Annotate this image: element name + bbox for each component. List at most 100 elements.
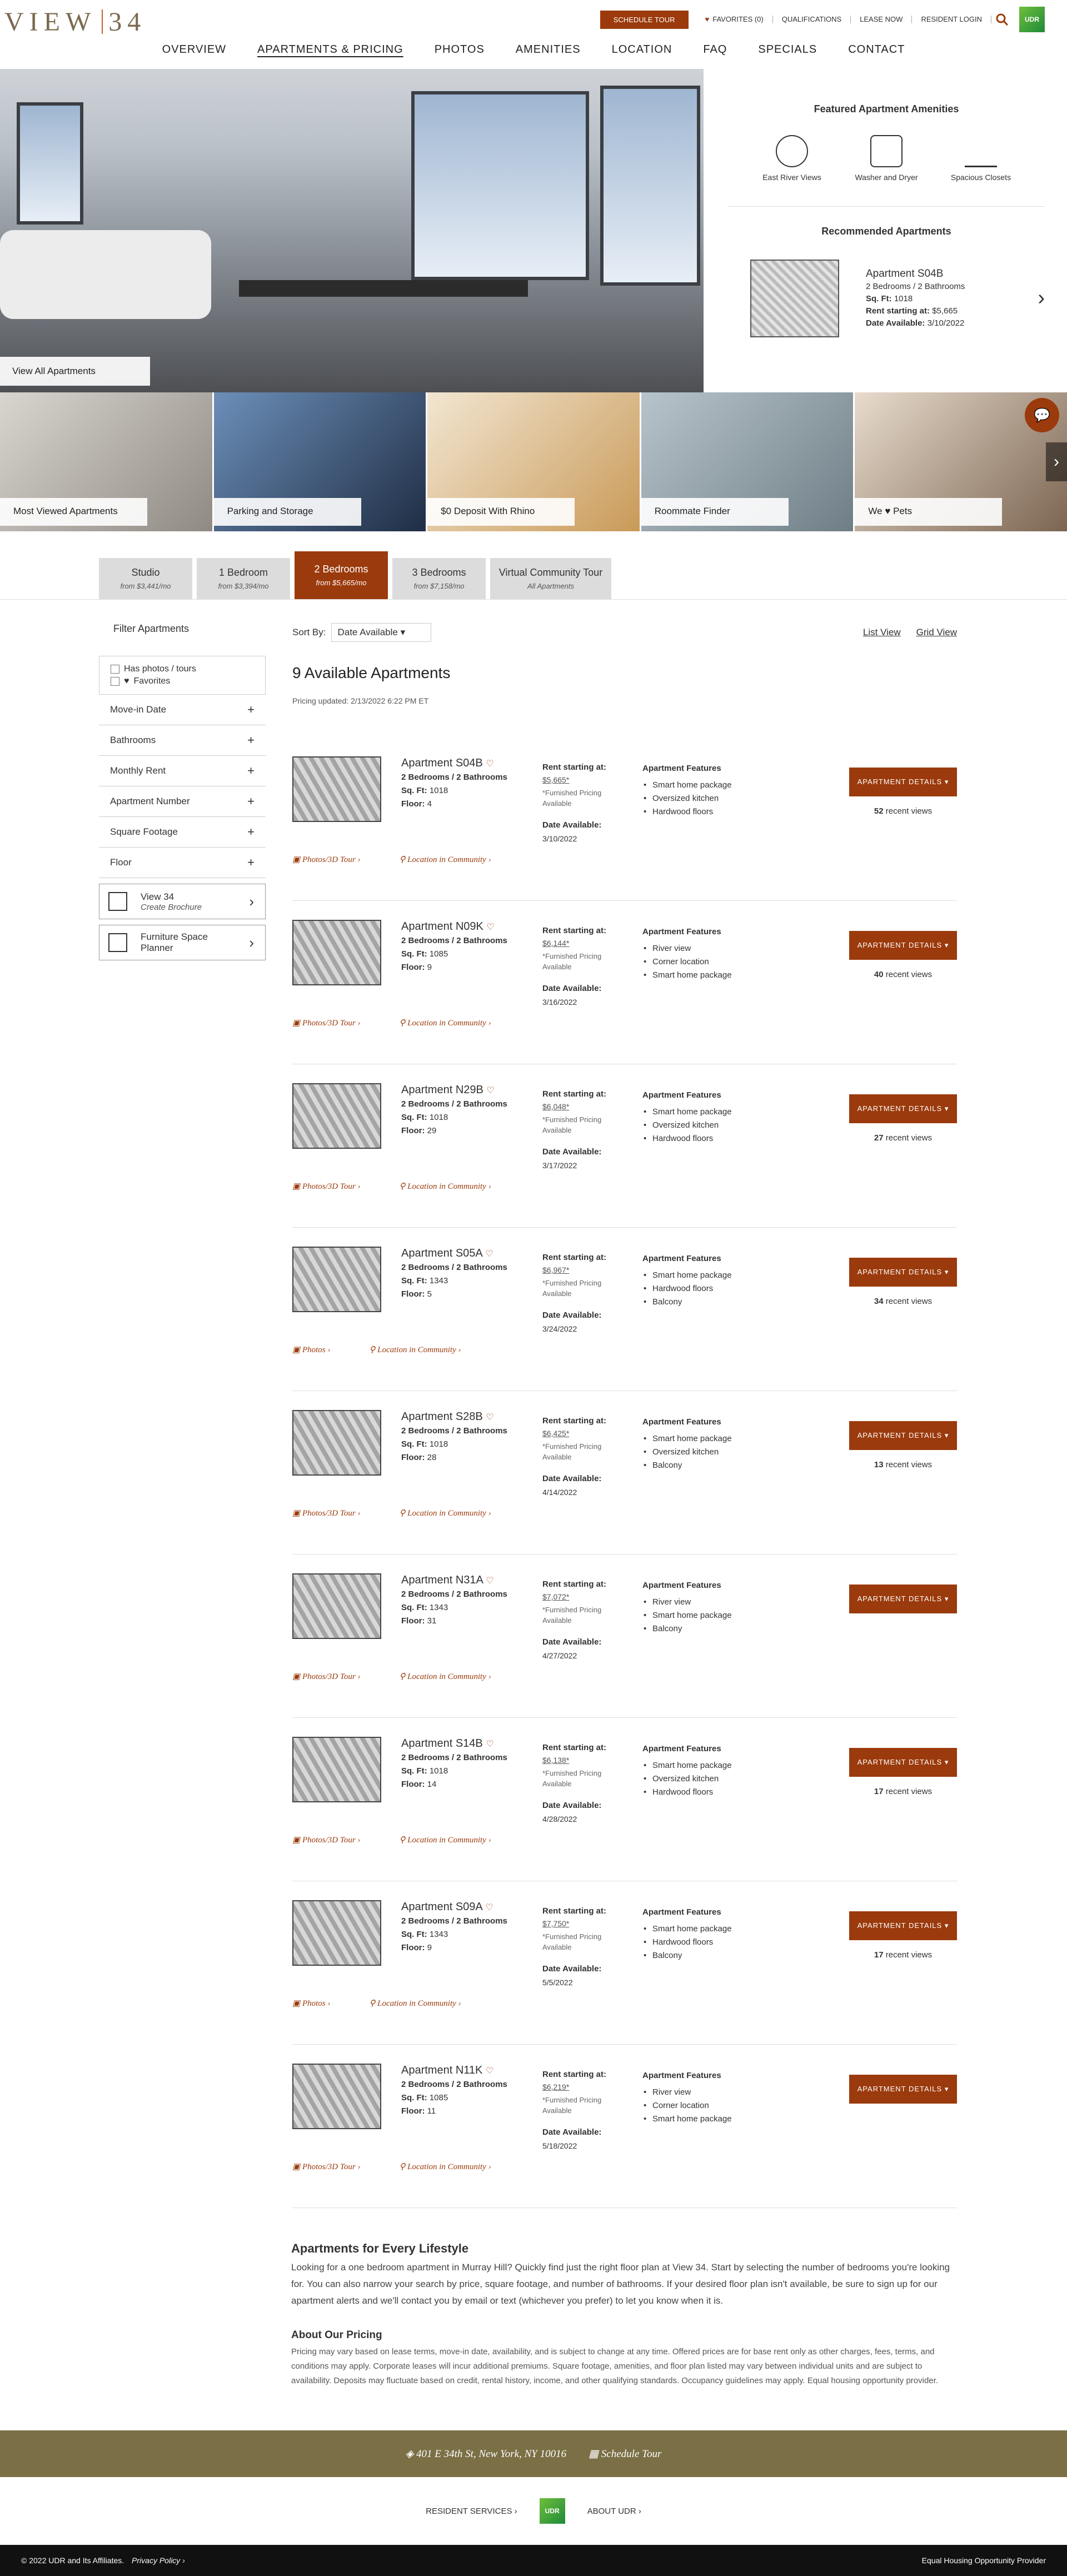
apartment-rent[interactable]: $6,138* xyxy=(542,1755,626,1766)
location-link[interactable]: ⚲ Location in Community › xyxy=(399,1018,491,1028)
footer-schedule-link[interactable]: ▦ Schedule Tour xyxy=(589,2448,661,2460)
heart-icon[interactable]: ♡ xyxy=(486,759,493,769)
location-link[interactable]: ⚲ Location in Community › xyxy=(399,1181,491,1192)
apartment-details-button[interactable]: APARTMENT DETAILS ▾ xyxy=(849,1585,957,1613)
has-photos-checkbox[interactable]: Has photos / tours xyxy=(111,664,254,674)
apartment-name[interactable]: Apartment N29B xyxy=(401,1084,483,1096)
schedule-tour-button[interactable]: SCHEDULE TOUR xyxy=(600,10,689,29)
photos-tour-link[interactable]: ▣ Photos/3D Tour › xyxy=(292,2161,360,2172)
location-link[interactable]: ⚲ Location in Community › xyxy=(369,1344,461,1355)
apartment-details-button[interactable]: APARTMENT DETAILS ▾ xyxy=(849,1748,957,1777)
location-link[interactable]: ⚲ Location in Community › xyxy=(399,1508,491,1518)
apartment-rent[interactable]: $6,144* xyxy=(542,938,626,949)
site-logo[interactable]: VIEW 34 xyxy=(4,7,146,37)
chevron-right-icon[interactable]: › xyxy=(1038,286,1045,310)
location-link[interactable]: ⚲ Location in Community › xyxy=(399,2161,491,2172)
heart-icon[interactable]: ♡ xyxy=(486,2066,493,2076)
nav-amenities[interactable]: AMENITIES xyxy=(500,39,596,61)
recommended-apartment-card[interactable]: Apartment S04B 2 Bedrooms / 2 Bathrooms … xyxy=(722,260,1050,337)
photos-tour-link[interactable]: ▣ Photos/3D Tour › xyxy=(292,854,360,865)
filter-monthly-rent[interactable]: Monthly Rent + xyxy=(99,756,266,786)
tile-roommate[interactable]: Roommate Finder xyxy=(641,392,855,531)
tab-3-bedrooms[interactable]: 3 Bedrooms from $7,158/mo xyxy=(392,558,486,599)
apartment-rent[interactable]: $6,425* xyxy=(542,1428,626,1439)
floor-plan-image[interactable] xyxy=(292,1410,381,1476)
floor-plan-image[interactable] xyxy=(292,2064,381,2129)
location-link[interactable]: ⚲ Location in Community › xyxy=(399,1835,491,1845)
tab-virtual-tour[interactable]: Virtual Community Tour All Apartments xyxy=(490,558,611,599)
tab-1-bedroom[interactable]: 1 Bedroom from $3,394/mo xyxy=(197,558,290,599)
chat-icon[interactable]: 💬 xyxy=(1024,398,1059,432)
filter-square-footage[interactable]: Square Footage + xyxy=(99,817,266,848)
filter-move-in-date[interactable]: Move-in Date + xyxy=(99,695,266,725)
nav-photos[interactable]: PHOTOS xyxy=(419,39,500,61)
create-brochure-button[interactable]: View 34 Create Brochure › xyxy=(99,884,266,919)
tile-parking[interactable]: Parking and Storage xyxy=(213,392,428,531)
heart-icon[interactable]: ♡ xyxy=(485,1249,493,1259)
apartment-details-button[interactable]: APARTMENT DETAILS ▾ xyxy=(849,931,957,960)
nav-apartments-pricing[interactable]: APARTMENTS & PRICING xyxy=(242,39,419,61)
nav-location[interactable]: LOCATION xyxy=(596,39,688,61)
photos-tour-link[interactable]: ▣ Photos/3D Tour › xyxy=(292,1835,360,1845)
heart-icon[interactable]: ♡ xyxy=(486,923,494,932)
furniture-planner-button[interactable]: Furniture Space Planner › xyxy=(99,925,266,960)
floor-plan-image[interactable] xyxy=(292,1900,381,1966)
heart-icon[interactable]: ♡ xyxy=(486,1086,494,1095)
apartment-rent[interactable]: $5,665* xyxy=(542,775,626,785)
apartment-name[interactable]: Apartment S28B xyxy=(401,1411,483,1423)
photos-tour-link[interactable]: ▣ Photos/3D Tour › xyxy=(292,1508,360,1518)
apartment-rent[interactable]: $7,072* xyxy=(542,1592,626,1602)
heart-icon[interactable]: ♡ xyxy=(486,1413,493,1422)
apartment-details-button[interactable]: APARTMENT DETAILS ▾ xyxy=(849,1258,957,1287)
apartment-name[interactable]: Apartment S04B xyxy=(401,757,483,769)
apartment-name[interactable]: Apartment S09A xyxy=(401,1901,482,1913)
nav-specials[interactable]: SPECIALS xyxy=(742,39,832,61)
floor-plan-image[interactable] xyxy=(292,1573,381,1639)
apartment-name[interactable]: Apartment N11K xyxy=(401,2064,482,2076)
heart-icon[interactable]: ♡ xyxy=(486,1576,493,1586)
tile-pets[interactable]: We ♥ Pets 💬 › xyxy=(855,392,1067,531)
nav-overview[interactable]: OVERVIEW xyxy=(147,39,242,61)
floor-plan-image[interactable] xyxy=(292,1247,381,1312)
apartment-details-button[interactable]: APARTMENT DETAILS ▾ xyxy=(849,1094,957,1123)
apartment-name[interactable]: Apartment S05A xyxy=(401,1247,482,1259)
filter-apartment-number[interactable]: Apartment Number + xyxy=(99,786,266,817)
filter-bathrooms[interactable]: Bathrooms + xyxy=(99,725,266,756)
apartment-name[interactable]: Apartment N31A xyxy=(401,1574,483,1586)
photos-tour-link[interactable]: ▣ Photos/3D Tour › xyxy=(292,1018,360,1028)
photos-tour-link[interactable]: ▣ Photos/3D Tour › xyxy=(292,1181,360,1192)
location-link[interactable]: ⚲ Location in Community › xyxy=(369,1998,461,2009)
filter-floor[interactable]: Floor + xyxy=(99,848,266,878)
tile-deposit[interactable]: $0 Deposit With Rhino xyxy=(427,392,641,531)
apartment-details-button[interactable]: APARTMENT DETAILS ▾ xyxy=(849,2075,957,2104)
grid-view-button[interactable]: Grid View xyxy=(916,627,957,638)
floor-plan-image[interactable] xyxy=(292,1737,381,1802)
heart-icon[interactable]: ♡ xyxy=(486,1740,493,1749)
chevron-right-icon[interactable]: › xyxy=(1045,442,1067,481)
address-link[interactable]: ◈ 401 E 34th St, New York, NY 10016 xyxy=(406,2448,566,2460)
view-all-apartments-button[interactable]: View All Apartments xyxy=(0,357,150,386)
favorites-checkbox[interactable]: ♥ Favorites xyxy=(111,676,254,686)
tile-most-viewed[interactable]: Most Viewed Apartments xyxy=(0,392,214,531)
photos-tour-link[interactable]: ▣ Photos › xyxy=(292,1344,330,1355)
apartment-rent[interactable]: $7,750* xyxy=(542,1919,626,1929)
apartment-name[interactable]: Apartment S14B xyxy=(401,1737,483,1750)
qualifications-link[interactable]: QUALIFICATIONS xyxy=(773,16,851,23)
about-udr-link[interactable]: ABOUT UDR › xyxy=(587,2507,641,2516)
resident-services-link[interactable]: RESIDENT SERVICES › xyxy=(426,2507,517,2516)
apartment-details-button[interactable]: APARTMENT DETAILS ▾ xyxy=(849,768,957,796)
floor-plan-image[interactable] xyxy=(292,1083,381,1149)
location-link[interactable]: ⚲ Location in Community › xyxy=(399,1671,491,1682)
tab-studio[interactable]: Studio from $3,441/mo xyxy=(99,558,192,599)
lease-now-link[interactable]: LEASE NOW xyxy=(851,16,913,23)
favorites-link[interactable]: ♥ FAVORITES (0) xyxy=(696,16,773,23)
search-icon[interactable] xyxy=(991,9,1013,30)
heart-icon[interactable]: ♡ xyxy=(485,1903,493,1912)
list-view-button[interactable]: List View xyxy=(863,627,901,638)
floor-plan-image[interactable] xyxy=(292,756,381,822)
photos-tour-link[interactable]: ▣ Photos › xyxy=(292,1998,330,2009)
tab-2-bedrooms[interactable]: 2 Bedrooms from $5,665/mo xyxy=(295,551,388,599)
apartment-rent[interactable]: $6,967* xyxy=(542,1265,626,1275)
sort-select[interactable]: Date Available ▾ xyxy=(331,623,432,642)
nav-contact[interactable]: CONTACT xyxy=(832,39,920,61)
